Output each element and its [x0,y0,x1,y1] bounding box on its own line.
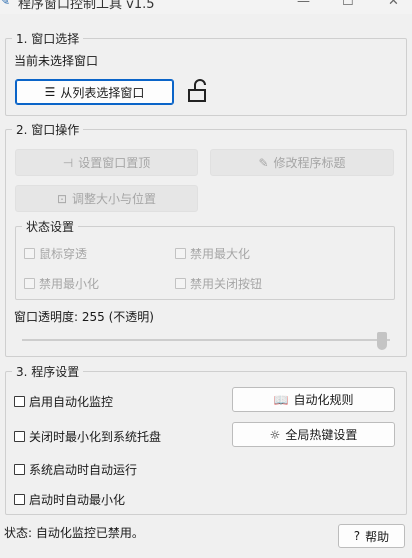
app-icon: ✎ [0,0,11,8]
unlock-icon[interactable] [186,79,208,103]
pin-top-label: 设置窗口置顶 [78,156,151,170]
list-icon: ☰ [44,85,56,99]
help-button[interactable]: ? 帮助 [338,524,405,548]
window-select-legend: 1. 窗口选择 [16,32,80,46]
gear-icon: ☼ [269,427,281,442]
question-icon: ? [353,529,361,543]
start-minimized-box[interactable] [14,494,25,505]
hotkey-settings-button[interactable]: ☼ 全局热键设置 [232,422,395,447]
mouse-through-label: 鼠标穿透 [39,247,88,261]
start-minimized-label: 启动时自动最小化 [29,493,126,507]
disable-maximize-label: 禁用最大化 [190,247,251,261]
pin-top-button[interactable]: ⊣ 设置窗口置顶 [15,149,198,176]
window-ops-legend: 2. 窗口操作 [16,123,80,137]
close-to-tray-label: 关闭时最小化到系统托盘 [29,430,162,444]
select-from-list-button[interactable]: ☰ 从列表选择窗口 [15,79,174,105]
mouse-through-box[interactable] [24,248,35,259]
disable-maximize-checkbox[interactable]: 禁用最大化 [175,245,250,262]
status-settings-legend: 状态设置 [26,220,75,234]
help-label: 帮助 [365,529,390,544]
autostart-label: 系统启动时自动运行 [29,463,138,477]
start-minimized-checkbox[interactable]: 启动时自动最小化 [14,491,125,508]
resize-icon: ⊡ [56,191,68,206]
automation-rules-label: 自动化规则 [293,393,354,407]
book-icon: 📖 [273,392,289,407]
hotkey-settings-label: 全局热键设置 [285,428,358,442]
enable-monitor-checkbox[interactable]: 启用自动化监控 [14,393,113,410]
autostart-box[interactable] [14,464,25,475]
opacity-slider-track[interactable] [22,339,390,341]
disable-minimize-label: 禁用最小化 [39,277,100,291]
window-title: 程序窗口控制工具 v1.5 [18,0,155,12]
title-bar: ✎ 程序窗口控制工具 v1.5 — ☐ ✕ [0,0,412,14]
enable-monitor-box[interactable] [14,396,25,407]
disable-minimize-box[interactable] [24,278,35,289]
automation-rules-button[interactable]: 📖 自动化规则 [232,387,395,412]
close-icon[interactable]: ✕ [388,0,399,9]
disable-maximize-box[interactable] [175,248,186,259]
disable-close-box[interactable] [175,278,186,289]
enable-monitor-label: 启用自动化监控 [29,395,114,409]
minimize-icon[interactable]: — [297,0,310,9]
mouse-through-checkbox[interactable]: 鼠标穿透 [24,245,87,262]
rename-title-button[interactable]: ✎ 修改程序标题 [210,149,394,176]
disable-close-checkbox[interactable]: 禁用关闭按钮 [175,275,262,292]
status-text: 状态: 自动化监控已禁用。 [4,526,144,540]
pencil-icon: ✎ [258,155,269,170]
autostart-checkbox[interactable]: 系统启动时自动运行 [14,461,137,478]
program-settings-legend: 3. 程序设置 [16,365,80,379]
select-from-list-label: 从列表选择窗口 [60,85,145,100]
current-window-text: 当前未选择窗口 [14,54,99,68]
resize-position-button[interactable]: ⊡ 调整大小与位置 [15,185,198,212]
opacity-slider-thumb[interactable] [377,332,387,350]
rename-title-label: 修改程序标题 [273,156,346,170]
disable-minimize-checkbox[interactable]: 禁用最小化 [24,275,99,292]
close-to-tray-box[interactable] [14,431,25,442]
resize-position-label: 调整大小与位置 [72,192,157,206]
opacity-label: 窗口透明度: 255 (不透明) [14,310,154,324]
disable-close-label: 禁用关闭按钮 [190,277,263,291]
maximize-icon[interactable]: ☐ [342,0,354,9]
close-to-tray-checkbox[interactable]: 关闭时最小化到系统托盘 [14,428,161,445]
pin-icon: ⊣ [62,155,74,170]
